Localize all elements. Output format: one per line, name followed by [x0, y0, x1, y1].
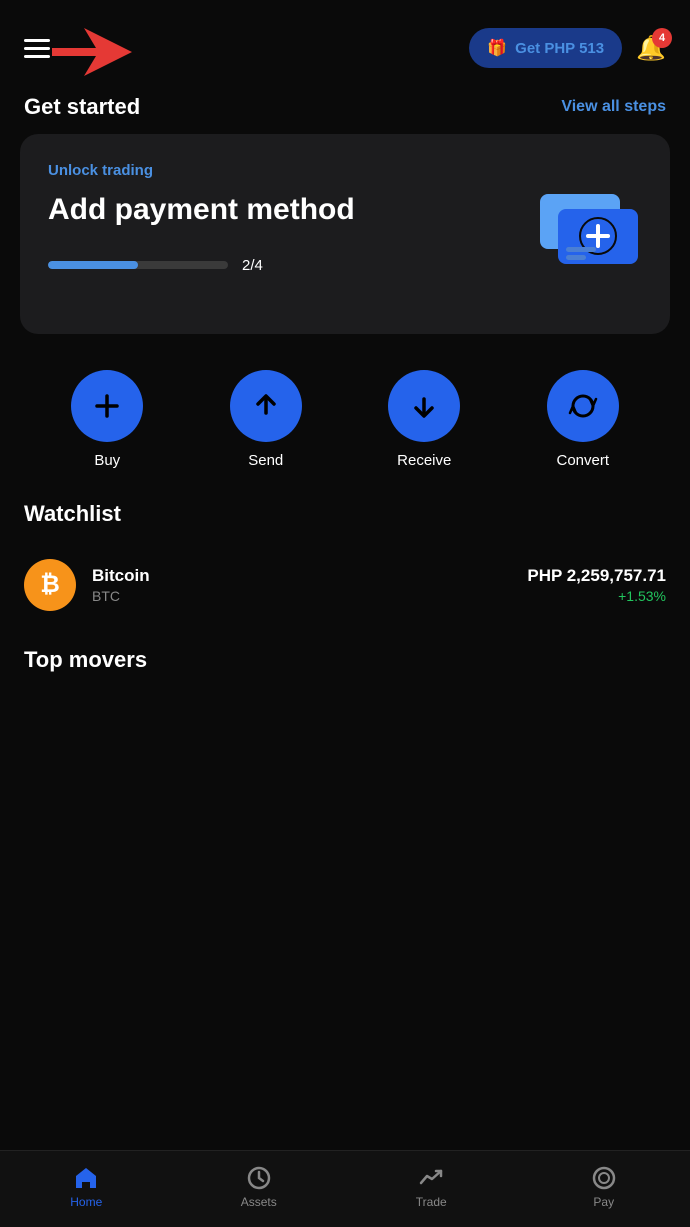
view-all-steps-link[interactable]: View all steps — [561, 98, 666, 116]
receive-action[interactable]: Receive — [388, 370, 460, 469]
receive-label: Receive — [397, 452, 451, 469]
trade-icon — [418, 1165, 444, 1191]
top-movers-title: Top movers — [24, 647, 666, 673]
get-started-title: Get started — [24, 94, 140, 120]
plus-icon — [92, 391, 122, 421]
promo-label: Get PHP 513 — [515, 40, 604, 57]
progress-bar — [48, 261, 228, 269]
nav-home-label: Home — [70, 1195, 102, 1209]
home-icon — [73, 1165, 99, 1191]
header: 🎁 Get PHP 513 🔔 4 — [0, 0, 690, 84]
nav-assets-label: Assets — [241, 1195, 277, 1209]
send-action[interactable]: Send — [230, 370, 302, 469]
coin-info: Bitcoin BTC — [92, 566, 150, 604]
coin-symbol: BTC — [92, 588, 150, 604]
pay-icon — [591, 1165, 617, 1191]
arrow-indicator — [52, 22, 132, 82]
progress-text: 2/4 — [242, 257, 263, 274]
watchlist-item-bitcoin[interactable]: ₿ Bitcoin BTC PHP 2,259,757.71 +1.53% — [24, 547, 666, 623]
top-movers-section: Top movers — [0, 623, 690, 673]
convert-circle — [547, 370, 619, 442]
receive-circle — [388, 370, 460, 442]
notification-badge: 4 — [652, 28, 672, 48]
nav-trade[interactable]: Trade — [396, 1165, 466, 1209]
nav-home[interactable]: Home — [51, 1165, 121, 1209]
send-icon — [251, 391, 281, 421]
coin-right: PHP 2,259,757.71 +1.53% — [527, 566, 666, 604]
coin-change: +1.53% — [527, 588, 666, 604]
progress-bar-fill — [48, 261, 138, 269]
bottom-navigation: Home Assets Trade Pay — [0, 1150, 690, 1227]
convert-label: Convert — [556, 452, 609, 469]
bitcoin-icon: ₿ — [24, 559, 76, 611]
nav-pay[interactable]: Pay — [569, 1165, 639, 1209]
action-buttons: Buy Send Receive — [0, 362, 690, 501]
hamburger-menu[interactable] — [24, 39, 50, 58]
coin-name: Bitcoin — [92, 566, 150, 586]
assets-icon — [246, 1165, 272, 1191]
send-circle — [230, 370, 302, 442]
card-title: Add payment method — [48, 191, 404, 229]
nav-trade-label: Trade — [416, 1195, 447, 1209]
promo-button[interactable]: 🎁 Get PHP 513 — [469, 28, 622, 68]
convert-icon — [568, 391, 598, 421]
buy-action[interactable]: Buy — [71, 370, 143, 469]
notification-bell[interactable]: 🔔 4 — [636, 34, 666, 63]
convert-action[interactable]: Convert — [547, 370, 619, 469]
coin-price: PHP 2,259,757.71 — [527, 566, 666, 586]
buy-circle — [71, 370, 143, 442]
onboarding-card[interactable]: Unlock trading Add payment method 2/4 — [20, 134, 670, 334]
coin-left: ₿ Bitcoin BTC — [24, 559, 150, 611]
watchlist-title: Watchlist — [24, 501, 666, 527]
receive-icon — [409, 391, 439, 421]
get-started-header: Get started View all steps — [0, 84, 690, 134]
header-right: 🎁 Get PHP 513 🔔 4 — [469, 28, 666, 68]
card-illustration — [530, 164, 650, 289]
gift-icon: 🎁 — [487, 38, 507, 58]
send-label: Send — [248, 452, 283, 469]
nav-pay-label: Pay — [593, 1195, 614, 1209]
buy-label: Buy — [94, 452, 120, 469]
watchlist-section: Watchlist ₿ Bitcoin BTC PHP 2,259,757.71… — [0, 501, 690, 623]
nav-assets[interactable]: Assets — [224, 1165, 294, 1209]
